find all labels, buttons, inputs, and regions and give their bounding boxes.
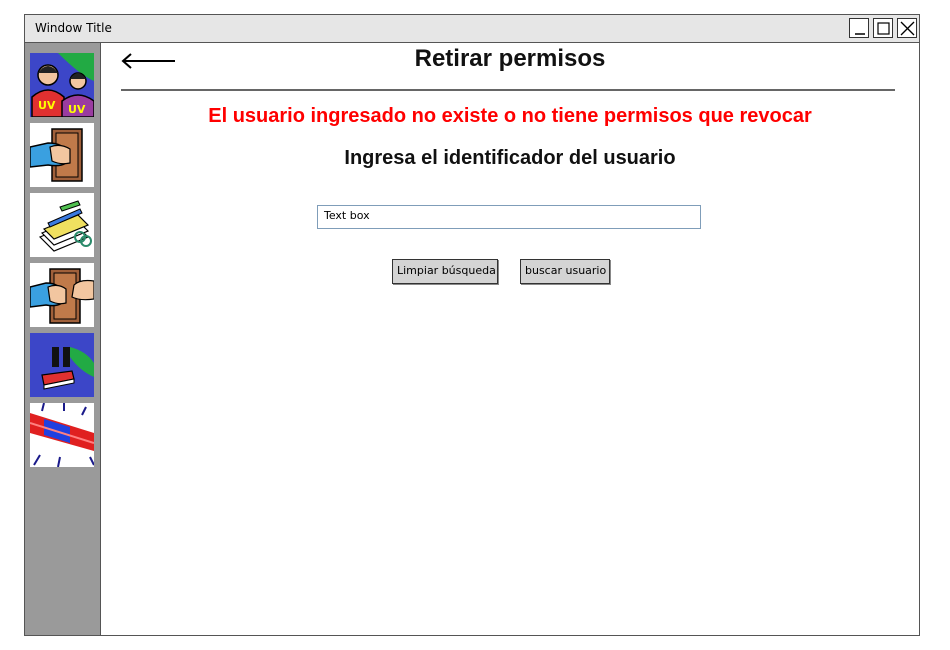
hand-book-icon [30, 128, 83, 182]
siren-icon [30, 403, 94, 467]
users-icon: UV UV [30, 53, 94, 117]
app-window: Window Title UV UV Retirar permisos El u… [24, 14, 920, 636]
minimize-icon[interactable] [849, 18, 869, 38]
error-message: El usuario ingresado no existe o no tien… [208, 105, 812, 127]
user-id-input[interactable]: Text box [317, 205, 701, 229]
sidebar-item-documents[interactable] [30, 193, 94, 257]
svg-text:UV: UV [38, 99, 56, 112]
sidebar-item-grant[interactable] [30, 123, 94, 187]
title-divider [121, 89, 895, 91]
user-id-prompt: Ingresa el identificador del usuario [344, 147, 676, 169]
sidebar-item-alert[interactable] [30, 403, 94, 467]
close-icon[interactable] [897, 18, 917, 38]
search-user-button[interactable]: buscar usuario [520, 259, 610, 284]
pause-book-icon [30, 333, 94, 397]
page-title: Retirar permisos [414, 45, 606, 72]
papers-pencil-icon [38, 200, 92, 252]
main-content: Retirar permisos El usuario ingresado no… [101, 43, 919, 635]
clear-search-button[interactable]: Limpiar búsqueda [392, 259, 498, 284]
svg-text:UV: UV [68, 103, 86, 116]
hands-book-icon [30, 268, 94, 324]
title-bar[interactable]: Window Title [25, 15, 919, 43]
window-title: Window Title [35, 21, 112, 35]
sidebar-item-users[interactable]: UV UV [30, 53, 94, 117]
sidebar-item-revoke[interactable] [30, 263, 94, 327]
sidebar-item-suspend[interactable] [30, 333, 94, 397]
maximize-icon[interactable] [873, 18, 893, 38]
sidebar: UV UV [25, 43, 101, 635]
